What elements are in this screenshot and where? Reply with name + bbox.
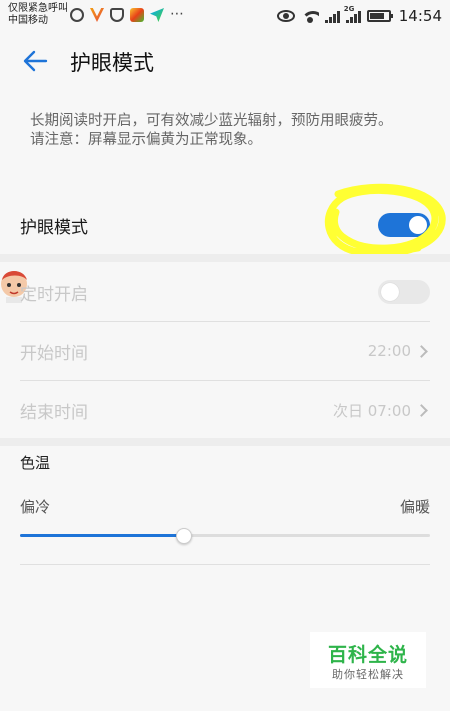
start-time-value: 22:00	[367, 342, 411, 360]
page-title: 护眼模式	[70, 51, 154, 75]
chevron-right-icon	[415, 403, 428, 417]
eye-mode-toggle[interactable]	[378, 213, 430, 237]
eye-mode-description: 长期阅读时开启，可有效减少蓝光辐射，预防用眼疲劳。 请注意：屏幕显示偏黄为正常现…	[30, 112, 420, 150]
network-tag: 2G	[343, 4, 355, 13]
eye-comfort-icon	[276, 10, 295, 22]
app-notification-icon	[90, 8, 104, 22]
notification-icons: ⋯	[70, 6, 184, 22]
scheduled-on-row[interactable]: 定时开启	[20, 263, 430, 321]
scheduled-on-label: 定时开启	[20, 284, 88, 305]
section-gap	[0, 254, 450, 262]
status-bar: 仅限紧急呼叫 中国移动 ⋯ 2G 14:54	[0, 0, 450, 32]
eye-mode-row[interactable]: 护眼模式	[20, 196, 430, 254]
end-time-label: 结束时间	[20, 402, 88, 423]
end-time-value: 次日 07:00	[333, 401, 411, 420]
app-header: 护眼模式	[0, 32, 450, 90]
back-arrow-icon[interactable]	[22, 49, 48, 73]
start-time-row[interactable]: 开始时间 22:00	[20, 322, 430, 380]
signal-2g-icon: 2G	[344, 5, 361, 23]
chevron-right-icon	[415, 344, 428, 358]
clock: 14:54	[398, 7, 442, 25]
scheduled-on-toggle[interactable]	[378, 280, 430, 304]
end-time-value-wrap: 次日 07:00	[333, 400, 430, 421]
eye-mode-label: 护眼模式	[20, 217, 88, 238]
start-time-label: 开始时间	[20, 343, 88, 364]
watermark-title: 百科全说	[327, 644, 408, 666]
divider	[20, 564, 430, 565]
toggle-knob	[409, 216, 427, 234]
slider-thumb[interactable]	[176, 528, 192, 544]
shield-icon	[110, 8, 124, 22]
end-time-row[interactable]: 结束时间 次日 07:00	[20, 381, 430, 439]
description-note: 请注意：屏幕显示偏黄为正常现象。	[30, 132, 262, 148]
start-time-value-wrap: 22:00	[368, 342, 430, 360]
battery-icon	[366, 10, 393, 22]
cool-label: 偏冷	[20, 498, 51, 516]
wifi-icon	[300, 9, 319, 23]
emergency-only-text: 仅限紧急呼叫	[8, 3, 68, 14]
message-notification-icon	[70, 8, 84, 22]
signal-icon	[324, 10, 340, 23]
watermark-subtitle: 助你轻松解决	[332, 668, 404, 681]
warm-label: 偏暖	[399, 498, 430, 516]
send-icon	[150, 8, 164, 22]
toggle-knob	[381, 283, 399, 301]
description-text: 长期阅读时开启，可有效减少蓝光辐射，预防用眼疲劳。	[30, 113, 393, 129]
carrier-name: 中国移动	[8, 15, 48, 26]
carrier-info: 仅限紧急呼叫 中国移动	[8, 3, 68, 27]
watermark-logo: 百科全说 助你轻松解决	[310, 632, 426, 688]
slider-fill	[20, 534, 184, 537]
more-notifications-icon: ⋯	[170, 6, 184, 22]
section-gap	[0, 438, 450, 446]
app-store-icon	[130, 8, 144, 22]
color-temp-title: 色温	[20, 454, 51, 472]
system-icons: 2G 14:54	[276, 5, 442, 25]
color-temp-slider[interactable]	[20, 528, 430, 544]
